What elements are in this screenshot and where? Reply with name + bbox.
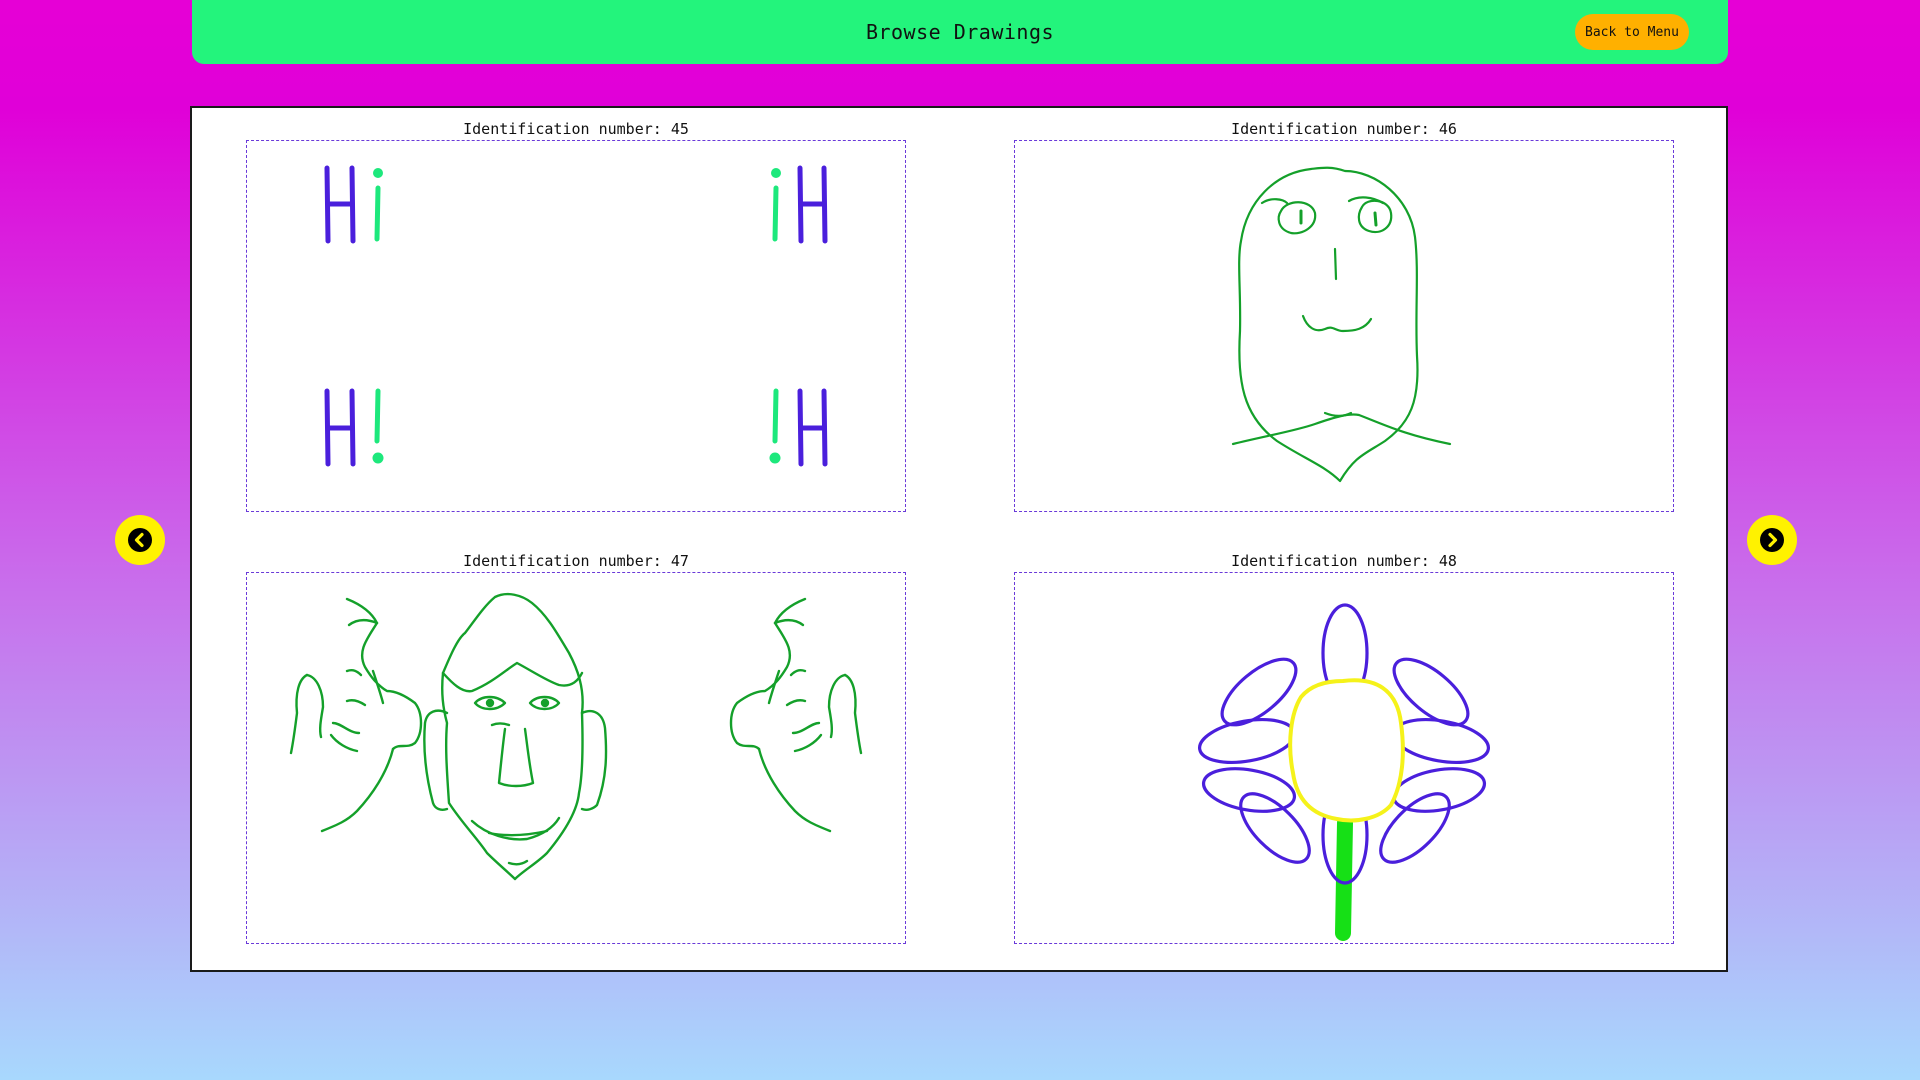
drawing-flower <box>1198 603 1490 941</box>
drawing-canvas[interactable] <box>246 140 906 512</box>
drawing-face <box>1231 166 1452 483</box>
drawing-card[interactable]: Identification number: 46 <box>1014 118 1674 512</box>
chevron-left-icon <box>128 528 152 552</box>
drawing-id-label: Identification number: 48 <box>1231 552 1457 570</box>
drawing-hi-corners <box>324 165 828 467</box>
chevron-right-icon <box>1760 528 1784 552</box>
drawing-id-label: Identification number: 45 <box>463 120 689 138</box>
drawing-card[interactable]: Identification number: 47 <box>246 550 906 944</box>
header-bar: Browse Drawings Back to Menu <box>192 0 1728 64</box>
drawing-canvas[interactable] <box>246 572 906 944</box>
page-title: Browse Drawings <box>865 20 1055 44</box>
drawing-id-label: Identification number: 46 <box>1231 120 1457 138</box>
drawing-card[interactable]: Identification number: 48 <box>1014 550 1674 944</box>
drawing-card[interactable]: Identification number: 45 <box>246 118 906 512</box>
drawing-canvas[interactable] <box>1014 140 1674 512</box>
previous-page-button[interactable] <box>115 515 165 565</box>
drawing-canvas[interactable] <box>1014 572 1674 944</box>
drawing-id-label: Identification number: 47 <box>463 552 689 570</box>
drawings-gallery: Identification number: 45 Identification… <box>190 106 1728 972</box>
drawing-three-faces <box>289 592 863 881</box>
back-to-menu-button[interactable]: Back to Menu <box>1575 14 1689 50</box>
next-page-button[interactable] <box>1747 515 1797 565</box>
